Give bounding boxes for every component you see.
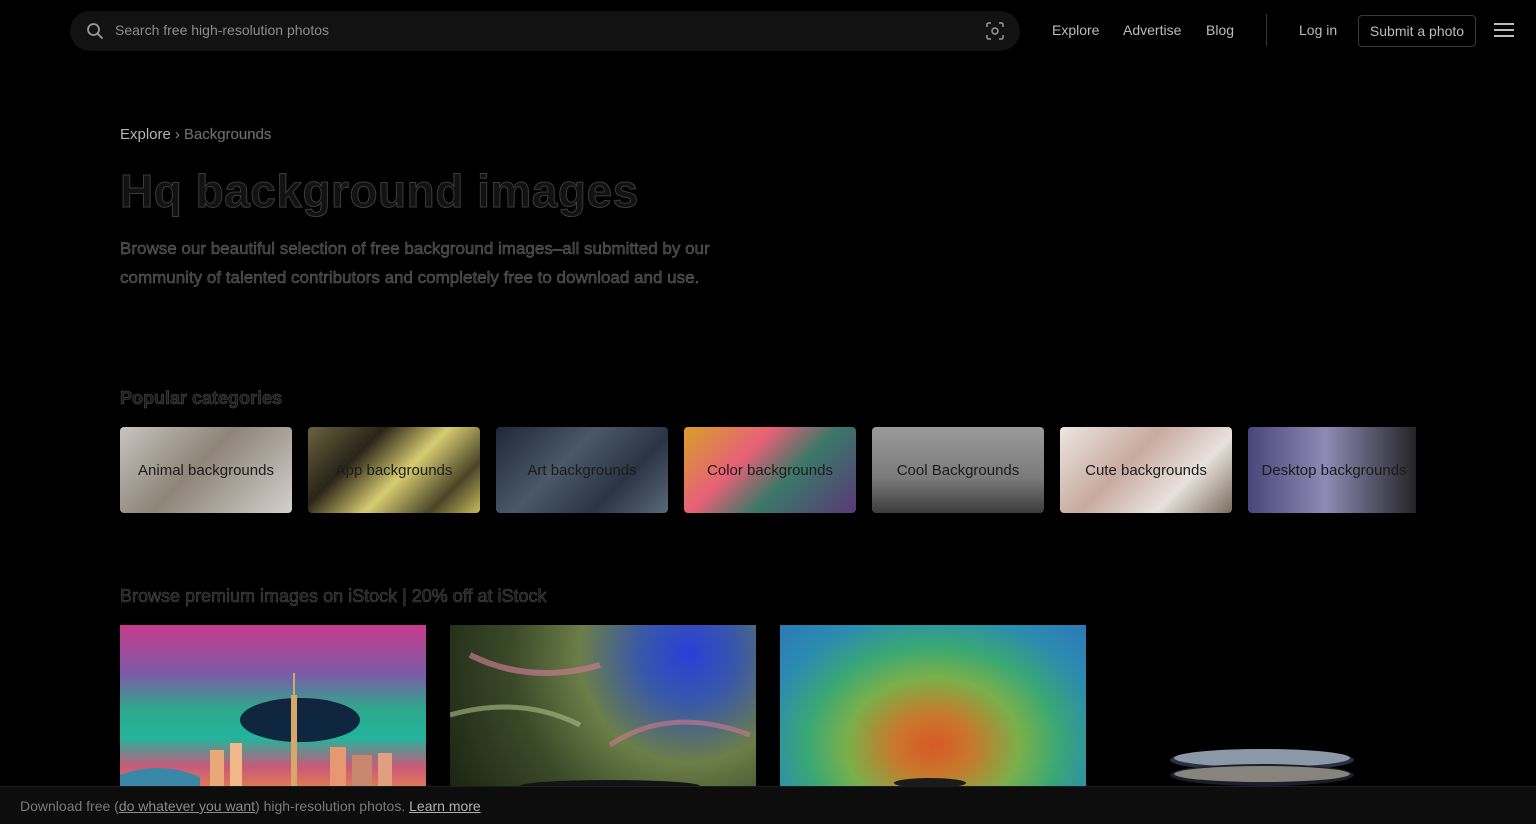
gradient-podium-image xyxy=(894,778,966,786)
city-skyline-image xyxy=(120,673,392,786)
category-card-art[interactable]: Art backgrounds xyxy=(496,427,668,513)
breadcrumb-explore-link[interactable]: Explore xyxy=(120,126,171,143)
search-bar[interactable]: Search free high-resolution photos xyxy=(70,11,1020,51)
category-card-cute[interactable]: Cute backgrounds xyxy=(1060,427,1232,513)
cookie-banner: Download free (do whatever you want) hig… xyxy=(0,786,1536,824)
learn-more-link[interactable]: Learn more xyxy=(409,798,481,814)
category-label: Animal backgrounds xyxy=(138,461,274,479)
nav-divider xyxy=(1266,14,1267,46)
premium-image-leaves[interactable] xyxy=(450,625,756,786)
login-link[interactable]: Log in xyxy=(1299,22,1337,38)
search-input[interactable]: Search free high-resolution photos xyxy=(115,22,329,38)
premium-images-heading: Browse premium images on iStock | 20% of… xyxy=(120,586,547,607)
category-label: Cool Backgrounds xyxy=(896,461,1020,479)
category-label: Desktop backgrounds xyxy=(1261,461,1407,479)
premium-image-podium[interactable] xyxy=(1110,625,1416,786)
nav-blog-link[interactable]: Blog xyxy=(1206,22,1234,38)
footer-prefix: Download free ( xyxy=(20,798,119,814)
footer-text: Download free (do whatever you want) hig… xyxy=(20,798,481,814)
nav-advertise-link[interactable]: Advertise xyxy=(1123,22,1181,38)
page-description: Browse our beautiful selection of free b… xyxy=(120,239,710,287)
breadcrumb: Explore › Backgrounds xyxy=(120,126,272,143)
hamburger-menu-icon[interactable] xyxy=(1494,23,1514,39)
submit-photo-button[interactable]: Submit a photo xyxy=(1358,15,1476,47)
category-label: Art backgrounds xyxy=(527,461,637,479)
page-title: Hq background images xyxy=(120,165,639,218)
search-icon[interactable] xyxy=(86,22,104,40)
footer-middle: ) high-resolution photos. xyxy=(255,798,406,814)
breadcrumb-separator: › xyxy=(174,126,180,143)
category-carousel: Animal backgrounds App backgrounds Art b… xyxy=(120,427,1416,513)
premium-image-city[interactable] xyxy=(120,625,426,786)
nav-explore-link[interactable]: Explore xyxy=(1052,22,1099,38)
podium-image xyxy=(1170,749,1354,786)
category-card-animal[interactable]: Animal backgrounds xyxy=(120,427,292,513)
category-card-desktop[interactable]: Desktop backgrounds xyxy=(1248,427,1416,513)
leaves-image xyxy=(450,652,751,786)
popular-categories-heading: Popular categories xyxy=(120,388,283,409)
breadcrumb-current: Backgrounds xyxy=(183,126,272,143)
category-label: App backgrounds xyxy=(335,461,453,479)
visual-search-icon[interactable] xyxy=(986,22,1004,40)
category-card-app[interactable]: App backgrounds xyxy=(308,427,480,513)
category-card-cool[interactable]: Cool Backgrounds xyxy=(872,427,1044,513)
top-bar: Search free high-resolution photos Explo… xyxy=(0,0,1536,62)
category-card-color[interactable]: Color backgrounds xyxy=(684,427,856,513)
category-label: Cute backgrounds xyxy=(1085,461,1207,479)
category-label: Color backgrounds xyxy=(707,461,833,479)
premium-image-gradient[interactable] xyxy=(780,625,1086,786)
license-link[interactable]: do whatever you want xyxy=(119,798,255,814)
